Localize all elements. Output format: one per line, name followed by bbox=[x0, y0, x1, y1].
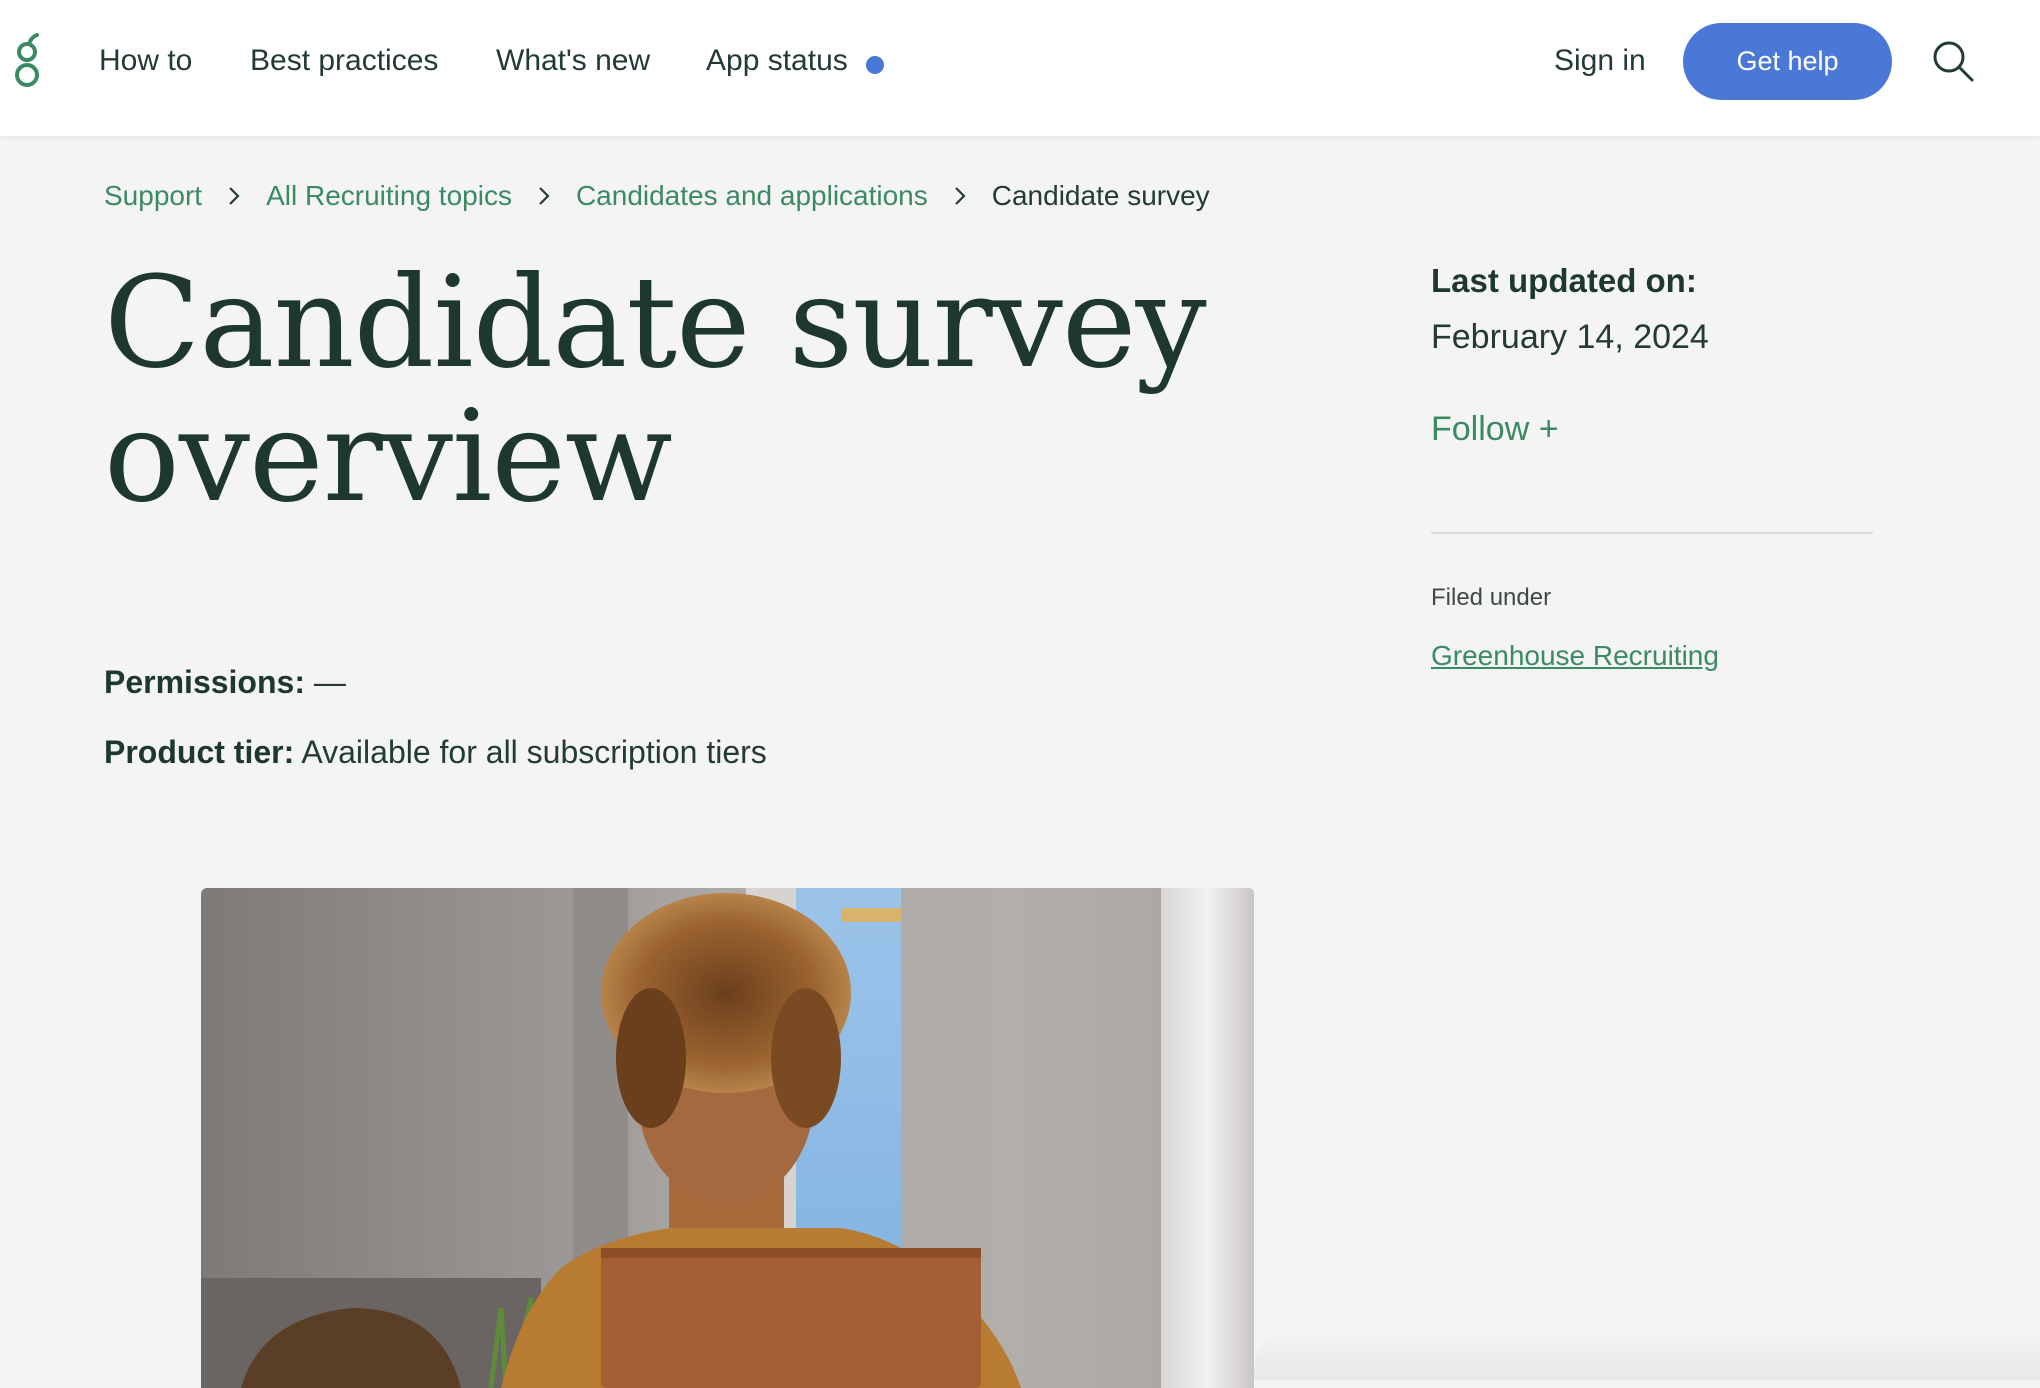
bottom-overlay-edge bbox=[1254, 1330, 2040, 1380]
breadcrumb-candidates-and-applications[interactable]: Candidates and applications bbox=[576, 180, 928, 212]
chevron-right-icon bbox=[928, 181, 992, 211]
filed-under-label: Filed under bbox=[1431, 584, 1552, 611]
get-help-button[interactable]: Get help bbox=[1683, 23, 1892, 100]
permissions-label: Permissions: bbox=[104, 664, 305, 700]
nav-how-to[interactable]: How to bbox=[99, 44, 192, 78]
woman-with-laptop-photo bbox=[201, 888, 1254, 1388]
permissions-value: — bbox=[304, 664, 346, 700]
top-navigation-bar: How to Best practices What's new App sta… bbox=[0, 0, 2040, 136]
chevron-right-icon bbox=[202, 181, 266, 211]
page-title-line-1: Candidate survey bbox=[104, 249, 1207, 396]
breadcrumb: Support All Recruiting topics Candidates… bbox=[104, 176, 1210, 216]
sign-in-link[interactable]: Sign in bbox=[1554, 44, 1646, 78]
product-tier-value: Available for all subscription tiers bbox=[294, 734, 767, 770]
greenhouse-logo-icon[interactable] bbox=[14, 32, 40, 88]
product-tier-label: Product tier: bbox=[104, 734, 295, 770]
breadcrumb-all-recruiting-topics[interactable]: All Recruiting topics bbox=[266, 180, 512, 212]
page-title-line-2: overview bbox=[104, 383, 673, 530]
permissions-line: Permissions: — bbox=[104, 664, 346, 701]
nav-whats-new[interactable]: What's new bbox=[496, 44, 650, 78]
filed-under-link-greenhouse-recruiting[interactable]: Greenhouse Recruiting bbox=[1431, 640, 1719, 672]
sidebar-divider bbox=[1431, 532, 1873, 534]
chevron-right-icon bbox=[512, 181, 576, 211]
last-updated-date: February 14, 2024 bbox=[1431, 318, 1709, 356]
nav-app-status[interactable]: App status bbox=[706, 44, 848, 78]
follow-button[interactable]: Follow + bbox=[1431, 410, 1559, 449]
product-tier-line: Product tier: Available for all subscrip… bbox=[104, 734, 767, 771]
breadcrumb-support[interactable]: Support bbox=[104, 180, 202, 212]
app-status-indicator-dot bbox=[866, 56, 884, 74]
breadcrumb-current-page: Candidate survey bbox=[991, 180, 1210, 211]
nav-best-practices[interactable]: Best practices bbox=[250, 44, 438, 78]
page-title: Candidate survey overview bbox=[104, 256, 1304, 524]
search-icon[interactable] bbox=[1930, 38, 1976, 84]
last-updated-label: Last updated on: bbox=[1431, 262, 1697, 299]
hero-image bbox=[201, 888, 1254, 1388]
